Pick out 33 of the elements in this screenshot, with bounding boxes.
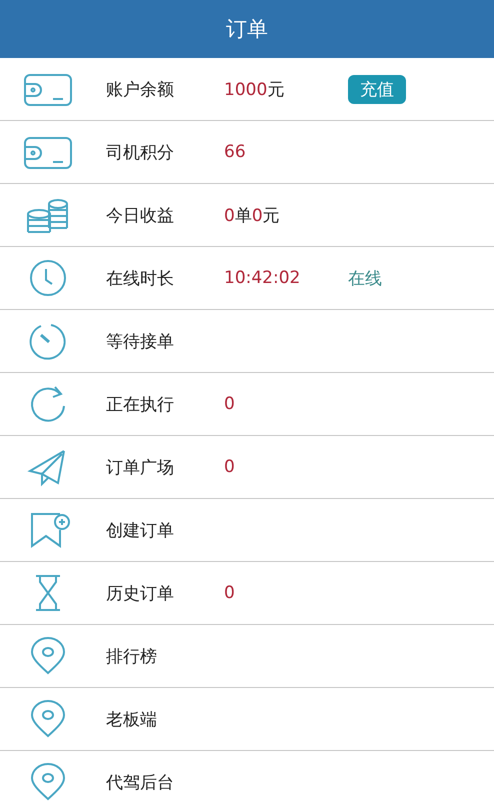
row-label: 在线时长 [106,268,175,290]
row-label: 今日收益 [106,204,175,226]
menu-row[interactable]: 创建订单 [0,499,494,562]
row-value: 0 [224,394,236,414]
menu-row[interactable]: 订单广场 0 [0,436,494,499]
menu-row[interactable]: 账户余额 1000元 充值 [0,58,494,121]
page-title: 订单 [226,16,268,43]
row-label: 代驾后台 [106,772,175,794]
row-label: 司机积分 [106,142,175,164]
online-status: 在线 [348,268,382,290]
row-value: 1000元 [224,78,286,100]
row-label: 订单广场 [106,456,175,478]
row-value: 66 [224,142,247,162]
row-label: 创建订单 [106,520,175,542]
menu-row[interactable]: 老板端 [0,688,494,751]
row-value: 0 [224,457,236,477]
row-label: 账户余额 [106,78,175,100]
menu-row[interactable]: 今日收益 0单0元 [0,184,494,247]
menu-row[interactable]: 司机积分 66 [0,121,494,184]
menu-row[interactable]: 正在执行 0 [0,373,494,436]
menu-row[interactable]: 等待接单 [0,310,494,373]
row-label: 正在执行 [106,394,175,416]
row-value: 0 [224,583,236,603]
menu-row[interactable]: 排行榜 [0,625,494,688]
row-label: 等待接单 [106,330,175,352]
menu-row[interactable]: 代驾后台 [0,751,494,802]
row-value: 0单0元 [224,204,281,226]
row-label: 老板端 [106,708,158,730]
row-value: 10:42:02 [224,268,302,288]
menu-row[interactable]: 历史订单 0 [0,562,494,625]
menu-row[interactable]: 在线时长 10:42:02 在线 [0,247,494,310]
row-label: 历史订单 [106,582,175,604]
row-label: 排行榜 [106,646,158,668]
